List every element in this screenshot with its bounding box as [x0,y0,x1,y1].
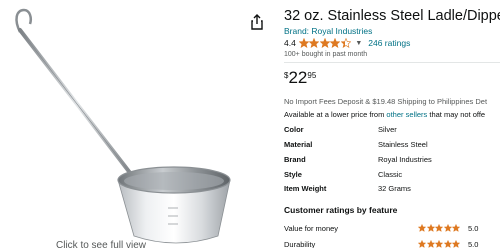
star-icon [452,224,460,232]
spec-value: Silver [378,125,397,134]
product-title: 32 oz. Stainless Steel Ladle/Dipper [284,8,500,24]
spec-row-brand: Brand Royal Industries [284,155,500,169]
feature-row-value-for-money: Value for money 5.0 [284,224,500,236]
feature-ratings-title: Customer ratings by feature [284,205,398,215]
spec-row-style: Style Classic [284,170,500,184]
spec-label: Brand [284,155,306,164]
image-caption: Click to see full view [56,240,147,251]
product-image-pane[interactable]: Click to see full view [0,0,264,251]
spec-value: Royal Industries [378,155,432,164]
availability-prefix: Available at a lower price from [284,110,387,119]
feature-score: 5.0 [468,224,479,233]
feature-stars [418,240,461,248]
share-icon[interactable] [250,14,264,30]
feature-score: 5.0 [468,240,479,248]
star-icon [435,240,443,248]
rating-value: 4.4 [284,38,296,48]
price-currency: $ [284,71,289,80]
rating-stars[interactable] [298,38,352,48]
bought-past-month: 100+ bought in past month [284,51,368,58]
star-icon [309,38,320,48]
availability-text: Available at a lower price from other se… [284,110,485,119]
star-icon [443,224,452,232]
star-icon [452,240,460,248]
star-icon [418,240,426,248]
availability-suffix: that may not offe [427,110,486,119]
star-icon [418,224,426,232]
price: $2295 [284,68,316,88]
spec-row-item-weight: Item Weight 32 Grams [284,184,500,198]
spec-label: Item Weight [284,184,327,193]
price-whole: 22 [288,68,308,87]
feature-label: Value for money [284,224,339,233]
star-icon [426,240,435,248]
feature-row-durability: Durability 5.0 [284,240,500,248]
brand-link[interactable]: Brand: Royal Industries [284,26,372,36]
spec-label: Style [284,170,302,179]
price-fraction: 95 [307,71,317,80]
feature-stars [418,224,461,232]
spec-label: Color [284,125,304,134]
star-icon [319,38,330,48]
spec-row-color: Color Silver [284,125,500,139]
spec-row-material: Material Stainless Steel [284,140,500,154]
star-icon [340,38,351,48]
product-details: 32 oz. Stainless Steel Ladle/Dipper Bran… [284,0,500,248]
spec-value: Classic [378,170,403,179]
ratings-count-link[interactable]: 246 ratings [368,38,410,48]
star-icon [426,224,435,232]
spec-label: Material [284,140,313,149]
star-icon [298,38,309,48]
spec-value: 32 Grams [378,184,411,193]
chevron-down-icon[interactable]: ▼ [355,40,362,47]
rating-row: 4.4 ▼ 246 ratings [284,37,410,49]
divider [284,62,500,63]
ladle-image[interactable] [0,0,262,248]
spec-value: Stainless Steel [378,140,428,149]
star-icon [435,224,443,232]
star-icon [443,240,452,248]
other-sellers-link[interactable]: other sellers [386,110,427,119]
feature-label: Durability [284,240,316,248]
import-shipping-text: No Import Fees Deposit & $19.48 Shipping… [284,97,488,106]
star-icon [330,38,341,48]
